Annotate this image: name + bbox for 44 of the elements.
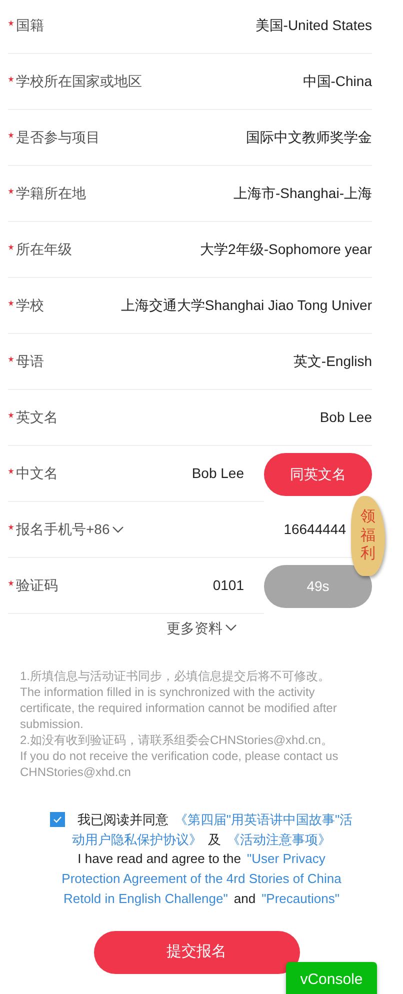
text-input[interactable]: 0101 [212,575,244,596]
agree-checkbox[interactable] [50,812,66,828]
field-label: 母语 [16,352,44,371]
copy-name-button[interactable]: 同英文名 [264,452,372,496]
field-label: 中文名 [16,464,58,483]
select-value[interactable]: 美国-United States [255,15,372,36]
chevron-down-icon[interactable] [112,526,124,534]
agreement-text: 及 [208,830,221,849]
field-label: 英文名 [16,408,58,427]
agreement-link[interactable]: Protection Agreement of the 4rd Stories of China [62,869,342,889]
note-text: 2.如没有收到验证码，请联系组委会CHNStories@xhd.cn。 [20,732,334,748]
field-label: 是否参与项目 [16,128,100,147]
agreement-link[interactable]: "User Privacy [247,849,326,870]
select-value[interactable]: 上海交通大学Shanghai Jiao Tong Univer [120,295,372,316]
select-value[interactable]: 上海市-Shanghai-上海 [234,183,372,204]
more-info-link[interactable]: 更多资料 [166,618,236,638]
field-label: 验证码 [16,576,58,595]
note-text: If you do not receive the verification code, please contact us CHNStories@xhd.cn [20,748,340,780]
field-label: 报名手机号+86 [16,520,110,539]
agreement-text: and [234,890,256,908]
submit-button[interactable]: 提交报名 [94,930,300,974]
agreement-link[interactable]: 动用户隐私保护协议》 [72,830,202,850]
chevron-down-icon [224,624,236,632]
text-input[interactable]: Bob Lee [192,463,244,484]
field-label: 学校所在国家或地区 [16,72,142,91]
agreement-text: 我已阅读并同意 [77,811,168,829]
field-label: 学籍所在地 [16,184,86,203]
select-value[interactable]: 大学2年级-Sophomore year [200,239,372,260]
text-input[interactable]: Bob Lee [320,407,372,428]
note-text: 1.所填信息与活动证书同步，必填信息提交后将不可修改。 [20,668,332,684]
select-value[interactable]: 中国-China [302,71,372,92]
field-label: 学校 [16,296,44,315]
agreement-text: I have read and agree to the [78,850,242,868]
agreement-link[interactable]: Retold in English Challenge" [64,888,228,909]
agreement-link[interactable]: "Precautions" [262,888,340,909]
checkmark-icon [53,816,62,824]
field-label: 所在年级 [16,240,72,259]
text-input[interactable]: 16644444 [284,519,346,540]
agreement-link[interactable]: 《活动注意事项》 [227,830,331,850]
select-value[interactable]: 国际中文教师奖学金 [246,127,372,148]
select-value[interactable]: 英文-English [293,351,372,372]
field-label: 国籍 [16,16,44,35]
note-text: The information filled in is synchronized with the activity certificate, the required information cannot be modified after submission. [20,684,338,732]
agreement-link[interactable]: 《第四届"用英语讲中国故事"活 [174,810,353,830]
